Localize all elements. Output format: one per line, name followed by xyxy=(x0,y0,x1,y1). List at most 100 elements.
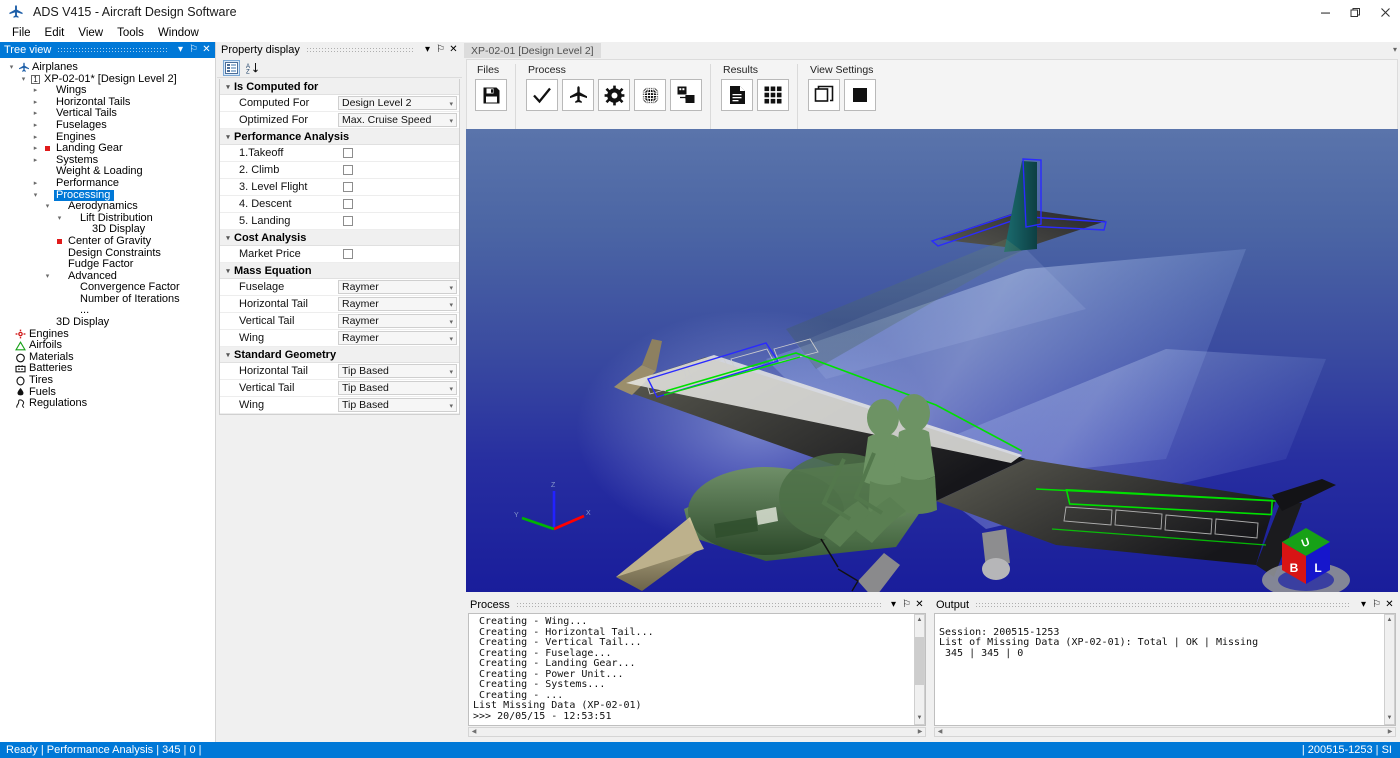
menu-file[interactable]: File xyxy=(5,25,38,41)
close-button[interactable] xyxy=(1370,0,1400,24)
property-value-cell[interactable] xyxy=(340,249,459,259)
property-value-cell[interactable]: Tip Based ▾ xyxy=(338,364,459,378)
scroll-down-arrow[interactable]: ▼ xyxy=(1385,713,1394,724)
property-dropdown[interactable]: Tip Based ▾ xyxy=(338,381,457,395)
property-value-cell[interactable]: Tip Based ▾ xyxy=(338,398,459,412)
property-dropdown[interactable]: Raymer ▾ xyxy=(338,297,457,311)
expander-closed-icon[interactable]: ▸ xyxy=(30,120,41,132)
property-dropdown[interactable]: Raymer ▾ xyxy=(338,331,457,345)
tree-node-vertical-tails[interactable]: ▸ Vertical Tails xyxy=(0,108,215,120)
expander-closed-icon[interactable]: ▸ xyxy=(30,97,41,109)
property-value-cell[interactable] xyxy=(340,148,459,158)
solid-button[interactable] xyxy=(844,79,876,111)
tab-xp-02-01[interactable]: XP-02-01 [Design Level 2] xyxy=(464,43,601,58)
wireframe-button[interactable] xyxy=(808,79,840,111)
property-value-cell[interactable]: Raymer ▾ xyxy=(338,331,459,345)
property-value-cell[interactable]: Raymer ▾ xyxy=(338,280,459,294)
property-value-cell[interactable]: Tip Based ▾ xyxy=(338,381,459,395)
chevron-down-icon[interactable]: ▾ xyxy=(449,335,453,343)
property-dropdown[interactable]: Tip Based ▾ xyxy=(338,398,457,412)
tree-node-regulations[interactable]: Regulations xyxy=(0,398,215,410)
scroll-right-arrow[interactable]: ▶ xyxy=(1385,728,1395,736)
scroll-right-arrow[interactable]: ▶ xyxy=(915,728,925,736)
expander-open-icon[interactable]: ▾ xyxy=(6,62,17,74)
pin-icon[interactable]: ⚐ xyxy=(1370,598,1383,612)
property-checkbox[interactable] xyxy=(343,182,353,192)
pin-icon[interactable]: ⚐ xyxy=(434,43,447,57)
expander-closed-icon[interactable]: ▸ xyxy=(30,143,41,155)
process-horizontal-scrollbar[interactable]: ◀ ▶ xyxy=(468,727,926,737)
pin-icon[interactable]: ⚐ xyxy=(900,598,913,612)
tree-node-fuselages[interactable]: ▸ Fuselages xyxy=(0,119,215,132)
compare-button[interactable] xyxy=(670,79,702,111)
expander-closed-icon[interactable]: ▸ xyxy=(30,178,41,190)
expander-open-icon[interactable]: ▾ xyxy=(42,271,53,283)
property-category-mass-equation[interactable]: ▾ Mass Equation xyxy=(220,263,459,279)
close-icon[interactable]: ✕ xyxy=(200,43,213,57)
chevron-down-icon[interactable]: ▾ xyxy=(421,43,434,57)
expander-open-icon[interactable]: ▾ xyxy=(30,190,41,202)
scroll-left-arrow[interactable]: ◀ xyxy=(469,728,479,736)
property-dropdown[interactable]: Design Level 2 ▾ xyxy=(338,96,457,110)
scrollbar-thumb[interactable] xyxy=(915,637,924,685)
scroll-up-arrow[interactable]: ▲ xyxy=(1385,615,1394,626)
mesh-sphere-icon[interactable] xyxy=(634,79,666,111)
property-value-cell[interactable]: Raymer ▾ xyxy=(338,314,459,328)
viewport-3d[interactable]: Z X Y U B L xyxy=(466,129,1398,592)
menu-edit[interactable]: Edit xyxy=(38,25,72,41)
expander-open-icon[interactable]: ▾ xyxy=(18,74,29,86)
minimize-button[interactable] xyxy=(1310,0,1340,24)
expander-closed-icon[interactable]: ▸ xyxy=(30,155,41,167)
settings-button[interactable] xyxy=(598,79,630,111)
maximize-restore-button[interactable] xyxy=(1340,0,1370,24)
process-vertical-scrollbar[interactable]: ▲ ▼ xyxy=(914,614,925,725)
chevron-down-icon[interactable]: ▾ xyxy=(1357,598,1370,612)
property-checkbox[interactable] xyxy=(343,199,353,209)
categorized-view-icon[interactable] xyxy=(223,59,240,76)
menu-window[interactable]: Window xyxy=(151,25,206,41)
property-checkbox[interactable] xyxy=(343,165,353,175)
chevron-down-icon[interactable]: ▾ xyxy=(449,402,453,410)
tree-node-aerodynamics[interactable]: ▾ Aerodynamics xyxy=(0,201,215,213)
property-checkbox[interactable] xyxy=(343,249,353,259)
property-value-cell[interactable] xyxy=(340,216,459,226)
tree-node-landing-gear[interactable]: ▸ Landing Gear xyxy=(0,143,215,155)
tree-node-3d-display[interactable]: 3D Display xyxy=(0,316,215,329)
tree-node-performance[interactable]: ▸ Performance xyxy=(0,177,215,190)
tree-node-tires[interactable]: Tires xyxy=(0,374,215,387)
chevron-down-icon[interactable]: ▾ xyxy=(449,368,453,376)
report-button[interactable] xyxy=(721,79,753,111)
tree-node-xp-02-01-design-level-2[interactable]: ▾ 1 XP-02-01* [Design Level 2] xyxy=(0,73,215,86)
chevron-down-icon[interactable]: ▾ xyxy=(174,43,187,57)
property-category-cost-analysis[interactable]: ▾ Cost Analysis xyxy=(220,230,459,246)
expander-closed-icon[interactable]: ▸ xyxy=(30,108,41,120)
property-checkbox[interactable] xyxy=(343,216,353,226)
chevron-down-icon[interactable]: ▾ xyxy=(449,284,453,292)
close-icon[interactable]: ✕ xyxy=(447,43,460,57)
property-checkbox[interactable] xyxy=(343,148,353,158)
expander-open-icon[interactable]: ▾ xyxy=(222,267,234,275)
expander-open-icon[interactable]: ▾ xyxy=(42,201,53,213)
chevron-down-icon[interactable]: ▾ xyxy=(449,385,453,393)
property-dropdown[interactable]: Raymer ▾ xyxy=(338,280,457,294)
property-dropdown[interactable]: Raymer ▾ xyxy=(338,314,457,328)
menu-tools[interactable]: Tools xyxy=(110,25,151,41)
table-button[interactable] xyxy=(757,79,789,111)
chevron-down-icon[interactable]: ▾ xyxy=(449,318,453,326)
close-icon[interactable]: ✕ xyxy=(1383,598,1396,612)
scroll-left-arrow[interactable]: ◀ xyxy=(935,728,945,736)
tree-node-airplanes[interactable]: ▾ Airplanes xyxy=(0,61,215,74)
expander-open-icon[interactable]: ▾ xyxy=(222,351,234,359)
pin-icon[interactable]: ⚐ xyxy=(187,43,200,57)
property-value-cell[interactable]: Design Level 2 ▾ xyxy=(338,96,459,110)
expander-closed-icon[interactable]: ▸ xyxy=(30,132,41,144)
chevron-down-icon[interactable]: ▾ xyxy=(449,301,453,309)
expander-open-icon[interactable]: ▾ xyxy=(54,213,65,225)
property-category-standard-geometry[interactable]: ▾ Standard Geometry xyxy=(220,347,459,363)
expander-closed-icon[interactable]: ▸ xyxy=(30,85,41,97)
property-grid[interactable]: ▾ Is Computed for Computed For Design Level… xyxy=(219,79,460,415)
scroll-up-arrow[interactable]: ▲ xyxy=(915,615,924,626)
output-horizontal-scrollbar[interactable]: ◀ ▶ xyxy=(934,727,1396,737)
close-icon[interactable]: ✕ xyxy=(913,598,926,612)
chevron-down-icon[interactable]: ▾ xyxy=(449,100,453,108)
